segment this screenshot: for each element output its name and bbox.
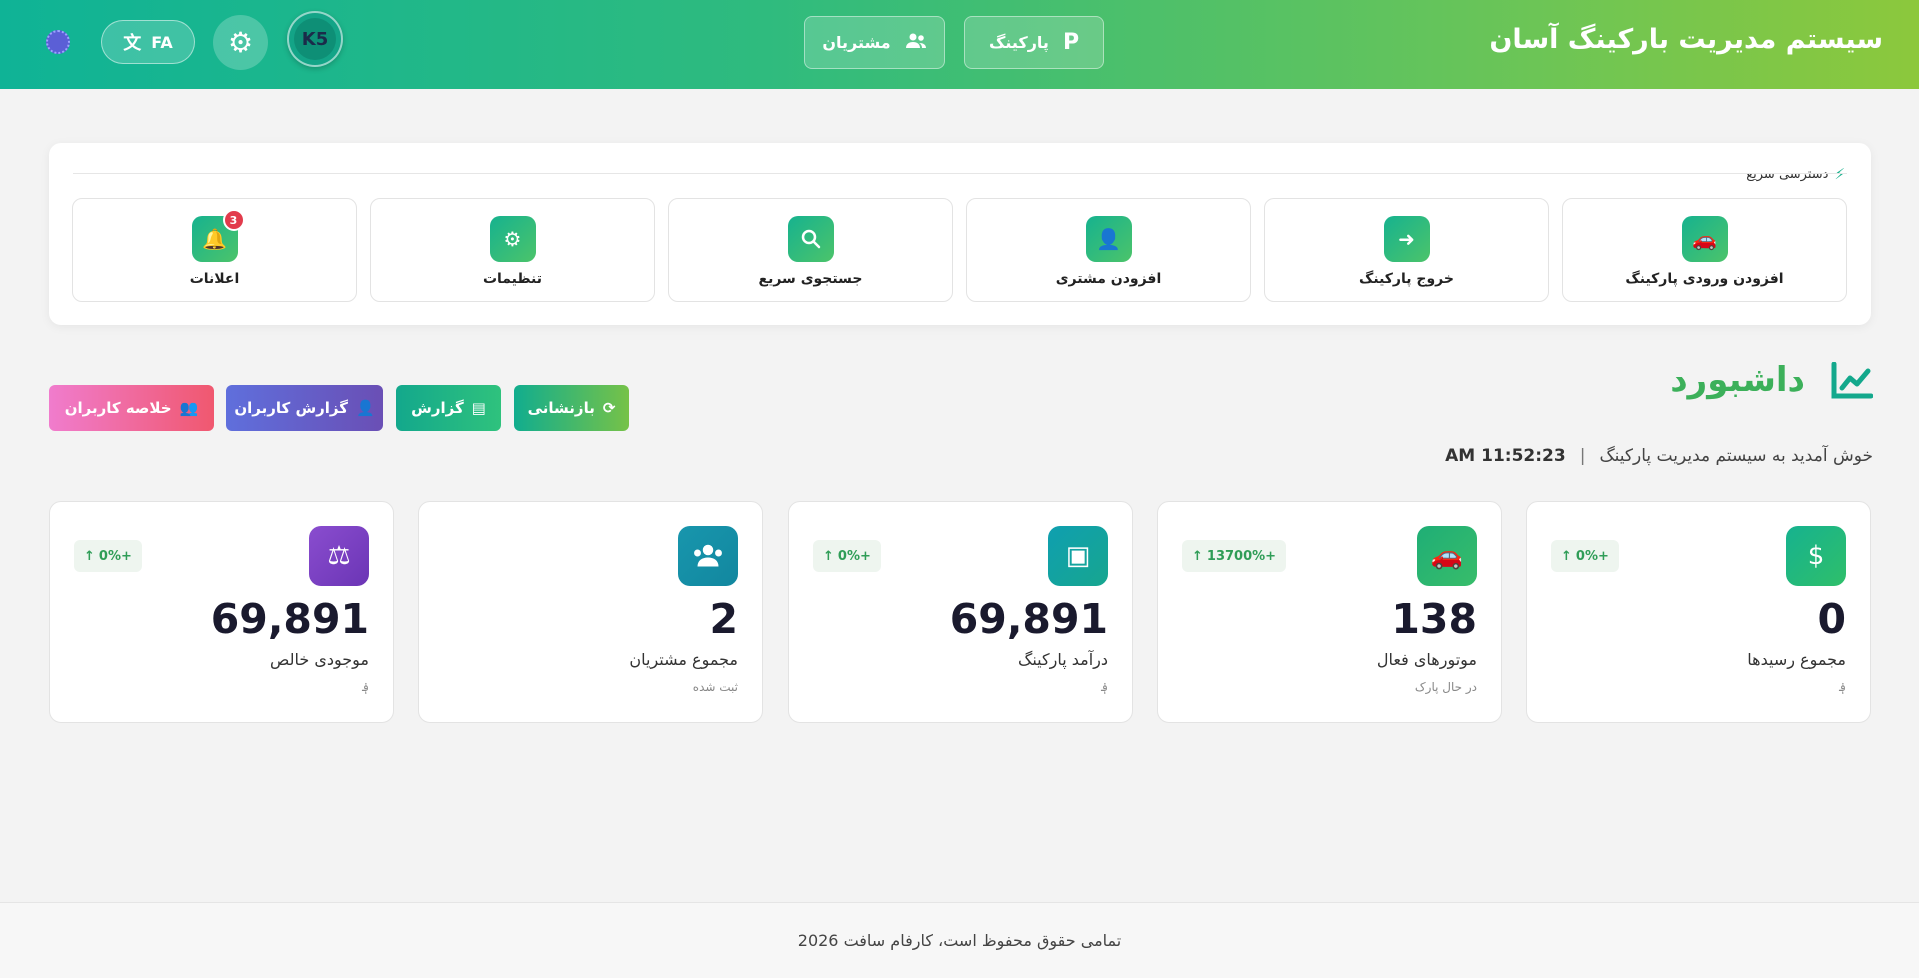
quick-item-label: اعلانات: [189, 271, 240, 287]
bolt-icon: ⚡: [1834, 165, 1845, 183]
page-title: داشبورد: [1670, 360, 1805, 400]
search-icon: [787, 216, 834, 262]
clock-time: AM 11:52:23: [1445, 446, 1566, 466]
quick-item-label: جستجوی سریع: [758, 271, 863, 287]
stat-card-receipts: $ ↑ 0%+ 0 مجموع رسیدها ؋: [1526, 501, 1871, 723]
report-label: گزارش: [411, 399, 464, 417]
globe-icon[interactable]: [46, 30, 70, 54]
quick-access-title: ⚡ دسترسی سریع: [1746, 165, 1845, 183]
user-plus-icon: 👤: [1085, 216, 1132, 262]
exit-icon: ➜: [1383, 216, 1430, 262]
scale-icon: ⚖: [309, 526, 369, 586]
quick-search[interactable]: جستجوی سریع: [668, 198, 953, 302]
stat-sub: ؋: [361, 680, 369, 694]
nav-customers-button[interactable]: مشتریان: [804, 16, 945, 69]
divider: [73, 173, 1847, 174]
stat-value: 69,891: [210, 595, 369, 643]
notification-badge: 3: [222, 209, 245, 231]
welcome-line: خوش آمدید به سیستم مدیریت پارکینگ | AM 1…: [1445, 446, 1873, 466]
separator: |: [1579, 446, 1586, 466]
users-summary-label: خلاصه کاربران: [64, 399, 172, 417]
settings-button[interactable]: ⚙: [213, 15, 268, 70]
copyright-text: تمامی حقوق محفوظ است، کارفام سافت 2026: [797, 931, 1122, 950]
users-icon: [905, 33, 927, 53]
user-check-icon: 👤: [355, 399, 375, 417]
nav-parking-label: پارکینگ: [988, 33, 1049, 52]
refresh-button[interactable]: ⟳ بازنشانی: [514, 385, 629, 431]
money-bill-icon: ▣: [1048, 526, 1108, 586]
language-label: FA: [151, 32, 173, 52]
avatar-logo: K5: [294, 18, 336, 60]
parking-p-icon: P: [1062, 30, 1080, 55]
stat-value: 138: [1391, 595, 1477, 643]
users-icon: [678, 526, 738, 586]
stat-label: مجموع مشتریان: [629, 650, 738, 669]
quick-settings[interactable]: ⚙ تنظیمات: [370, 198, 655, 302]
car-icon: 🚗: [1417, 526, 1477, 586]
language-button[interactable]: 文 FA: [101, 20, 195, 64]
stat-card-parking-revenue: ▣ ↑ 0%+ 69,891 درآمد پارکینگ ؋: [788, 501, 1133, 723]
gear-icon: ⚙: [489, 216, 536, 262]
quick-parking-exit[interactable]: ➜ خروج پارکینگ: [1264, 198, 1549, 302]
stat-label: موتورهای فعال: [1376, 650, 1477, 669]
gear-icon: ⚙: [227, 26, 254, 59]
stat-sub: ثبت شده: [692, 680, 738, 694]
trend-badge: ↑ 0%+: [813, 540, 881, 572]
refresh-icon: ⟳: [602, 399, 616, 417]
arrow-up-icon: ↑: [1192, 548, 1203, 564]
stat-sub: در حال پارک: [1414, 680, 1477, 694]
translate-icon: 文: [123, 33, 142, 54]
stat-card-total-customers: 2 مجموع مشتریان ثبت شده: [418, 501, 763, 723]
stat-label: درآمد پارکینگ: [1018, 650, 1108, 669]
quick-item-label: افزودن ورودی پارکینگ: [1625, 271, 1784, 287]
welcome-text: خوش آمدید به سیستم مدیریت پارکینگ: [1599, 446, 1873, 466]
stat-label: موجودی خالص: [270, 650, 369, 669]
trend-badge: ↑ 0%+: [1551, 540, 1619, 572]
refresh-label: بازنشانی: [527, 399, 595, 417]
chart-icon: ▤: [471, 399, 486, 417]
quick-item-label: افزودن مشتری: [1055, 271, 1162, 287]
users-summary-button[interactable]: 👥 خلاصه کاربران: [49, 385, 214, 431]
chart-line-icon: [1831, 361, 1874, 400]
avatar[interactable]: K5: [287, 11, 343, 67]
footer: تمامی حقوق محفوظ است، کارفام سافت 2026: [0, 902, 1919, 978]
quick-notifications[interactable]: 🔔 3 اعلانات: [72, 198, 357, 302]
quick-add-entry[interactable]: 🚗 افزودن ورودی پارکینگ: [1562, 198, 1847, 302]
trend-badge: ↑ 13700%+: [1182, 540, 1287, 572]
users-group-icon: 👥: [179, 399, 199, 417]
arrow-up-icon: ↑: [84, 548, 95, 564]
nav-customers-label: مشتریان: [822, 33, 891, 52]
stat-card-active-vehicles: 🚗 ↑ 13700%+ 138 موتورهای فعال در حال پارک: [1157, 501, 1502, 723]
hand-money-icon: $: [1786, 526, 1846, 586]
app-title: سیستم مدیریت بارکینگ آسان: [1489, 24, 1883, 55]
stat-value: 69,891: [949, 595, 1108, 643]
users-report-label: گزارش کاربران: [234, 399, 348, 417]
stat-value: 0: [1817, 595, 1846, 643]
quick-item-label: خروج پارکینگ: [1359, 271, 1454, 287]
top-header: سیستم مدیریت بارکینگ آسان P پارکینگ مشتر…: [0, 0, 1919, 89]
quick-access-title-label: دسترسی سریع: [1746, 166, 1829, 182]
stat-sub: ؋: [1100, 680, 1108, 694]
arrow-up-icon: ↑: [823, 548, 834, 564]
nav-parking-button[interactable]: P پارکینگ: [964, 16, 1104, 69]
quick-item-label: تنظیمات: [482, 271, 543, 287]
trend-badge: ↑ 0%+: [74, 540, 142, 572]
stat-card-net-balance: ⚖ ↑ 0%+ 69,891 موجودی خالص ؋: [49, 501, 394, 723]
users-report-button[interactable]: 👤 گزارش کاربران: [226, 385, 383, 431]
stat-label: مجموع رسیدها: [1747, 650, 1846, 669]
stat-value: 2: [709, 595, 738, 643]
report-button[interactable]: ▤ گزارش: [396, 385, 501, 431]
car-icon: 🚗: [1681, 216, 1728, 262]
stat-sub: ؋: [1838, 680, 1846, 694]
arrow-up-icon: ↑: [1561, 548, 1572, 564]
quick-add-customer[interactable]: 👤 افزودن مشتری: [966, 198, 1251, 302]
quick-access-panel: ⚡ دسترسی سریع 🚗 افزودن ورودی پارکینگ ➜ خ…: [49, 143, 1871, 325]
